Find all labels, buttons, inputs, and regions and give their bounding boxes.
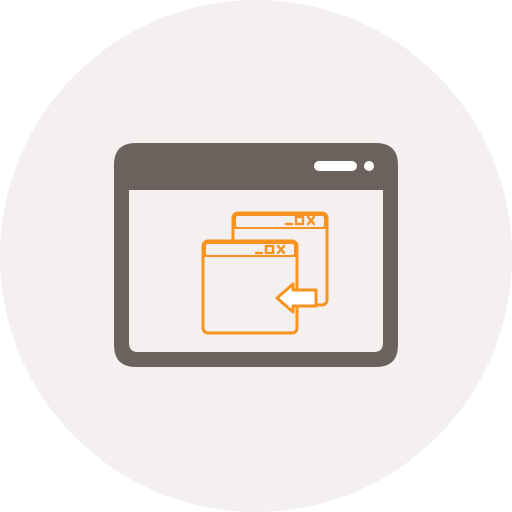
main-window-title-bar-dot <box>364 161 374 171</box>
window-switch-icon <box>0 0 512 512</box>
icon-canvas <box>0 0 512 512</box>
front-window <box>201 239 299 335</box>
main-window-title-bar-pill <box>314 161 357 171</box>
